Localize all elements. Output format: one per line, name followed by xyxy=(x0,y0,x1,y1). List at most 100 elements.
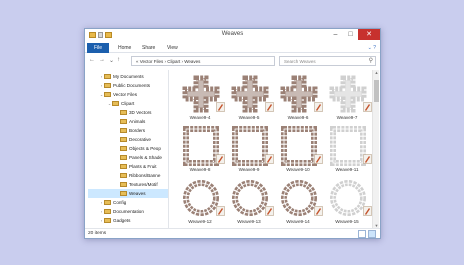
nav-item[interactable]: ⌄ Vector Files xyxy=(99,90,137,99)
nav-item[interactable]: Textures/Motif xyxy=(115,180,158,189)
nav-item[interactable]: › Config xyxy=(99,198,126,207)
nav-item[interactable]: Decorative xyxy=(115,135,151,144)
nav-item[interactable]: › Public Documents xyxy=(99,81,150,90)
nav-item[interactable]: 3D Vectors xyxy=(115,108,151,117)
minimize-button[interactable]: – xyxy=(328,29,343,40)
large-icons-view-icon[interactable] xyxy=(368,230,376,238)
file-name: Weave9-15 xyxy=(335,219,359,224)
folder-icon xyxy=(104,92,111,97)
nav-item[interactable]: Objects & Peop xyxy=(115,144,161,153)
file-name: Weave9-9 xyxy=(238,167,260,172)
nav-item-label: 3D Vectors xyxy=(129,110,152,115)
app-badge-icon xyxy=(216,154,225,164)
scroll-thumb[interactable] xyxy=(374,80,379,102)
nav-item-label: Objects & Peop xyxy=(129,146,161,151)
search-input[interactable]: Search Weaves ⚲ xyxy=(279,56,376,66)
nav-item-label: My Documents xyxy=(113,74,144,79)
file-tile[interactable]: Weave9-8 xyxy=(178,126,228,176)
folder-icon xyxy=(104,83,111,88)
address-row: ← → ⌄ ↑ « Vector Files › Clipart › Weave… xyxy=(85,54,380,69)
nav-item-label: Panels & Shade xyxy=(129,155,162,160)
recent-dropdown-icon[interactable]: ⌄ xyxy=(109,57,114,64)
close-button[interactable]: ✕ xyxy=(358,29,380,40)
file-tile[interactable]: Weave9-12 xyxy=(178,178,228,228)
file-name: Weave9-10 xyxy=(286,167,310,172)
nav-item[interactable]: › Documentation xyxy=(99,207,144,216)
navigation-pane[interactable]: › My Documents › Public Documents ⌄ Vector Fi… xyxy=(85,70,169,228)
file-name: Weave9-12 xyxy=(188,219,212,224)
expand-ribbon-icon[interactable]: ⌄ ? xyxy=(368,45,376,51)
file-tile[interactable]: Weave9-14 xyxy=(276,178,326,228)
file-grid: Weave9-4 Weave9-5 Weave9-6 Weave9-7 Weave9-8… xyxy=(170,70,380,228)
back-icon[interactable]: ← xyxy=(89,57,95,63)
file-tile[interactable]: Weave9-5 xyxy=(227,74,277,124)
nav-item-label: Public Documents xyxy=(113,83,151,88)
folder-icon xyxy=(120,128,127,133)
folder-icon xyxy=(104,74,111,79)
file-tile[interactable]: Weave9-13 xyxy=(227,178,277,228)
app-badge-icon xyxy=(314,206,323,216)
item-count: 20 items xyxy=(88,231,107,236)
details-view-icon[interactable] xyxy=(358,230,366,238)
nav-item[interactable]: Ribbons/Banne xyxy=(115,171,160,180)
file-name: Weave9-4 xyxy=(189,115,211,120)
view-switcher xyxy=(358,230,376,238)
nav-item-label: Ribbons/Banne xyxy=(129,173,161,178)
app-badge-icon xyxy=(265,206,274,216)
folder-icon xyxy=(104,200,111,205)
nav-item-label: Decorative xyxy=(129,137,151,142)
forward-icon[interactable]: → xyxy=(99,57,105,63)
file-tile[interactable]: Weave9-7 xyxy=(325,74,375,124)
nav-item[interactable]: Plants & Fruit xyxy=(115,162,157,171)
nav-item[interactable]: Panels & Shade xyxy=(115,153,162,162)
file-tile[interactable]: Weave9-6 xyxy=(276,74,326,124)
nav-item-label: Weaves xyxy=(129,191,146,196)
maximize-button[interactable]: □ xyxy=(343,29,358,40)
file-name: Weave9-14 xyxy=(286,219,310,224)
nav-item[interactable]: ⌄ Clipart xyxy=(107,99,134,108)
up-icon[interactable]: ↑ xyxy=(117,57,120,63)
file-tile[interactable]: Weave9-4 xyxy=(178,74,228,124)
tab-home[interactable]: Home xyxy=(118,43,131,53)
tab-share[interactable]: Share xyxy=(142,43,155,53)
app-badge-icon xyxy=(363,154,372,164)
nav-item-label: Config xyxy=(113,200,127,205)
file-name: Weave9-11 xyxy=(335,167,359,172)
app-badge-icon xyxy=(314,154,323,164)
app-badge-icon xyxy=(216,102,225,112)
folder-icon xyxy=(120,137,127,142)
app-badge-icon xyxy=(363,102,372,112)
app-badge-icon xyxy=(363,206,372,216)
file-name: Weave9-13 xyxy=(237,219,261,224)
nav-item-label: Clipart xyxy=(121,101,135,106)
folder-icon xyxy=(120,191,127,196)
file-tile[interactable]: Weave9-9 xyxy=(227,126,277,176)
app-badge-icon xyxy=(314,102,323,112)
app-badge-icon xyxy=(216,206,225,216)
file-tile[interactable]: Weave9-10 xyxy=(276,126,326,176)
tab-file[interactable]: File xyxy=(87,43,109,53)
status-bar: 20 items xyxy=(85,228,380,239)
file-tile[interactable]: Weave9-15 xyxy=(325,178,375,228)
nav-item-label: Documentation xyxy=(113,209,144,214)
folder-icon xyxy=(120,182,127,187)
tab-view[interactable]: View xyxy=(167,43,178,53)
nav-item[interactable]: › Gadgets xyxy=(99,216,130,225)
nav-item-label: Animals xyxy=(129,119,146,124)
nav-item-label: Plants & Fruit xyxy=(129,164,157,169)
nav-item[interactable]: Borders xyxy=(115,126,145,135)
folder-icon xyxy=(120,110,127,115)
file-tile[interactable]: Weave9-11 xyxy=(325,126,375,176)
nav-item[interactable]: › My Documents xyxy=(99,72,144,81)
folder-icon xyxy=(120,119,127,124)
vertical-scrollbar[interactable]: ▲ ▼ xyxy=(372,70,379,228)
nav-item[interactable]: Animals xyxy=(115,117,145,126)
nav-item-label: Borders xyxy=(129,128,146,133)
ribbon-tabs: File Home Share View ⌄ ? xyxy=(85,43,380,53)
folder-icon xyxy=(120,146,127,151)
address-bar[interactable]: « Vector Files › Clipart › Weaves xyxy=(131,56,275,66)
nav-item-label: Gadgets xyxy=(113,218,131,223)
scroll-up-icon[interactable]: ▲ xyxy=(373,70,380,75)
file-name: Weave9-8 xyxy=(189,167,211,172)
nav-item[interactable]: Weaves xyxy=(88,189,168,198)
